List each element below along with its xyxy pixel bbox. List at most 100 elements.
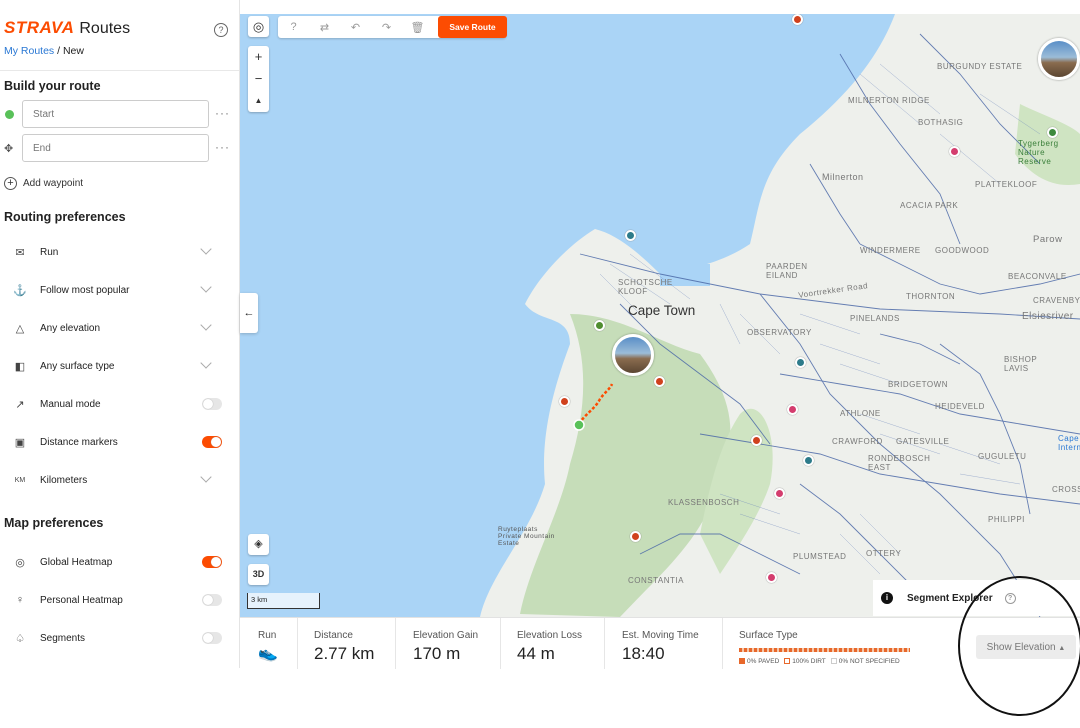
poi-marker[interactable] [559, 396, 570, 407]
north-arrow-icon[interactable]: ▲ [248, 90, 269, 112]
routing-pref-any-elevation[interactable]: △ Any elevation [0, 309, 239, 347]
toggle-switch[interactable] [202, 398, 222, 410]
poi-marker[interactable] [795, 357, 806, 368]
map-pref-personal-heatmap[interactable]: ♀ Personal Heatmap [0, 581, 239, 619]
map-label: BEACONVALE [1008, 272, 1067, 281]
end-more-button[interactable]: ··· [215, 140, 230, 154]
poi-marker[interactable] [594, 320, 605, 331]
poi-marker[interactable] [949, 146, 960, 157]
map-pref-label: Personal Heatmap [40, 594, 123, 606]
toggle-switch[interactable] [202, 594, 222, 606]
locate-icon[interactable]: ◎ [248, 16, 269, 37]
distance-label: Distance [314, 630, 353, 641]
poi-marker[interactable] [766, 572, 777, 583]
shoe-icon: 👟 [258, 645, 278, 662]
poi-marker[interactable] [803, 455, 814, 466]
plus-circle-icon: + [4, 177, 17, 190]
chevron-down-icon[interactable] [201, 323, 211, 333]
map-label: SCHOTSCHE KLOOF [618, 278, 673, 296]
breadcrumb-current: New [62, 45, 84, 57]
routing-pref-manual-mode[interactable]: ↗ Manual mode [0, 385, 239, 423]
poi-marker[interactable] [774, 488, 785, 499]
breadcrumb: My Routes / New [4, 45, 84, 57]
elevation-loss-value: 44 m [517, 644, 555, 663]
zoom-controls: + − ▲ [248, 46, 269, 112]
routing-pref-follow-most-popular[interactable]: ⚓ Follow most popular [0, 271, 239, 309]
segment-icon: ♤ [15, 632, 25, 645]
map-label: MILNERTON RIDGE [848, 96, 930, 105]
map-label: GATESVILLE [896, 437, 950, 446]
surface-type-bar [739, 648, 910, 652]
map-label: WINDERMERE [860, 246, 921, 255]
poi-marker[interactable] [751, 435, 762, 446]
map-label: HEIDEVELD [935, 402, 985, 411]
map-label: ATHLONE [840, 409, 881, 418]
routing-pref-run[interactable]: ✉ Run [0, 233, 239, 271]
poi-marker[interactable] [1047, 127, 1058, 138]
poi-marker[interactable] [654, 376, 665, 387]
routing-pref-label: Kilometers [40, 474, 88, 486]
poi-marker[interactable] [625, 230, 636, 241]
question-circle-icon[interactable]: ? [214, 23, 228, 37]
trash-icon[interactable]: 🗑 [402, 21, 433, 34]
layers-button[interactable]: ◈ [248, 534, 269, 555]
routing-pref-kilometers[interactable]: KM Kilometers [0, 461, 239, 499]
profile-avatar[interactable] [1038, 38, 1080, 80]
breadcrumb-my-routes-link[interactable]: My Routes [4, 45, 54, 57]
help-circle-icon[interactable]: ? [278, 21, 309, 33]
map-canvas[interactable]: Cape Town BURGUNDY ESTATE MILNERTON RIDG… [240, 14, 1080, 617]
help-circle-icon[interactable]: ? [1004, 592, 1016, 604]
poi-marker[interactable] [787, 404, 798, 415]
sidebar: STRAVA Routes ? My Routes / New Build yo… [0, 0, 240, 668]
redo-icon[interactable]: ↷ [371, 21, 402, 34]
collapse-sidebar-button[interactable]: ← [240, 293, 258, 333]
show-elevation-label: Show Elevation [986, 641, 1056, 653]
brand[interactable]: STRAVA Routes [4, 18, 130, 38]
map-label: BURGUNDY ESTATE [937, 62, 1023, 71]
routing-pref-label: Manual mode [40, 398, 101, 410]
chevron-down-icon[interactable] [201, 475, 211, 485]
poi-marker[interactable] [630, 531, 641, 542]
routing-pref-any-surface-type[interactable]: ◧ Any surface type [0, 347, 239, 385]
map-label: CROSSR [1052, 485, 1080, 494]
toggle-switch[interactable] [202, 556, 222, 568]
undo-icon[interactable]: ↶ [340, 21, 371, 34]
chevron-down-icon[interactable] [201, 247, 211, 257]
info-icon[interactable]: i [881, 592, 893, 604]
zoom-out-button[interactable]: − [248, 68, 269, 90]
popularity-icon: ⚓ [13, 284, 27, 297]
segment-explorer-panel[interactable]: i Segment Explorer ? [873, 580, 1080, 616]
show-elevation-button[interactable]: Show Elevation ▲ [976, 635, 1076, 659]
activity-stat[interactable]: Run 👟 [240, 618, 298, 669]
3d-button[interactable]: 3D [248, 564, 269, 585]
add-waypoint-button[interactable]: + Add waypoint [4, 177, 83, 190]
elevation-gain-stat: Elevation Gain 170 m [396, 618, 501, 669]
map-label: BISHOP LAVIS [1004, 355, 1038, 373]
start-more-button[interactable]: ··· [215, 106, 230, 120]
zoom-in-button[interactable]: + [248, 46, 269, 68]
manual-icon: ↗ [15, 398, 25, 411]
swap-icon[interactable]: ⇄ [309, 21, 340, 34]
map-label: GOODWOOD [935, 246, 990, 255]
map-pref-global-heatmap[interactable]: ◎ Global Heatmap [0, 543, 239, 581]
route-start-marker[interactable] [573, 419, 585, 431]
chevron-down-icon[interactable] [201, 285, 211, 295]
map-pref-segments[interactable]: ♤ Segments [0, 619, 239, 657]
toggle-switch[interactable] [202, 436, 222, 448]
routing-pref-label: Any elevation [40, 322, 101, 334]
km-icon: KM [14, 476, 26, 484]
end-input[interactable] [22, 134, 209, 162]
poi-marker[interactable] [792, 14, 803, 25]
chevron-up-icon: ▲ [1058, 644, 1066, 652]
routing-pref-distance-markers[interactable]: ▣ Distance markers [0, 423, 239, 461]
map-label: Elsiesriver [1022, 311, 1074, 322]
save-route-button[interactable]: Save Route [438, 16, 507, 38]
map-label: CRAWFORD [832, 437, 883, 446]
start-input[interactable] [22, 100, 209, 128]
toggle-switch[interactable] [202, 632, 222, 644]
chevron-down-icon[interactable] [201, 361, 211, 371]
map-label: BRIDGETOWN [888, 380, 948, 389]
map-label: PINELANDS [850, 314, 900, 323]
user-avatar-marker[interactable] [612, 334, 654, 376]
distance-value: 2.77 km [314, 644, 375, 663]
